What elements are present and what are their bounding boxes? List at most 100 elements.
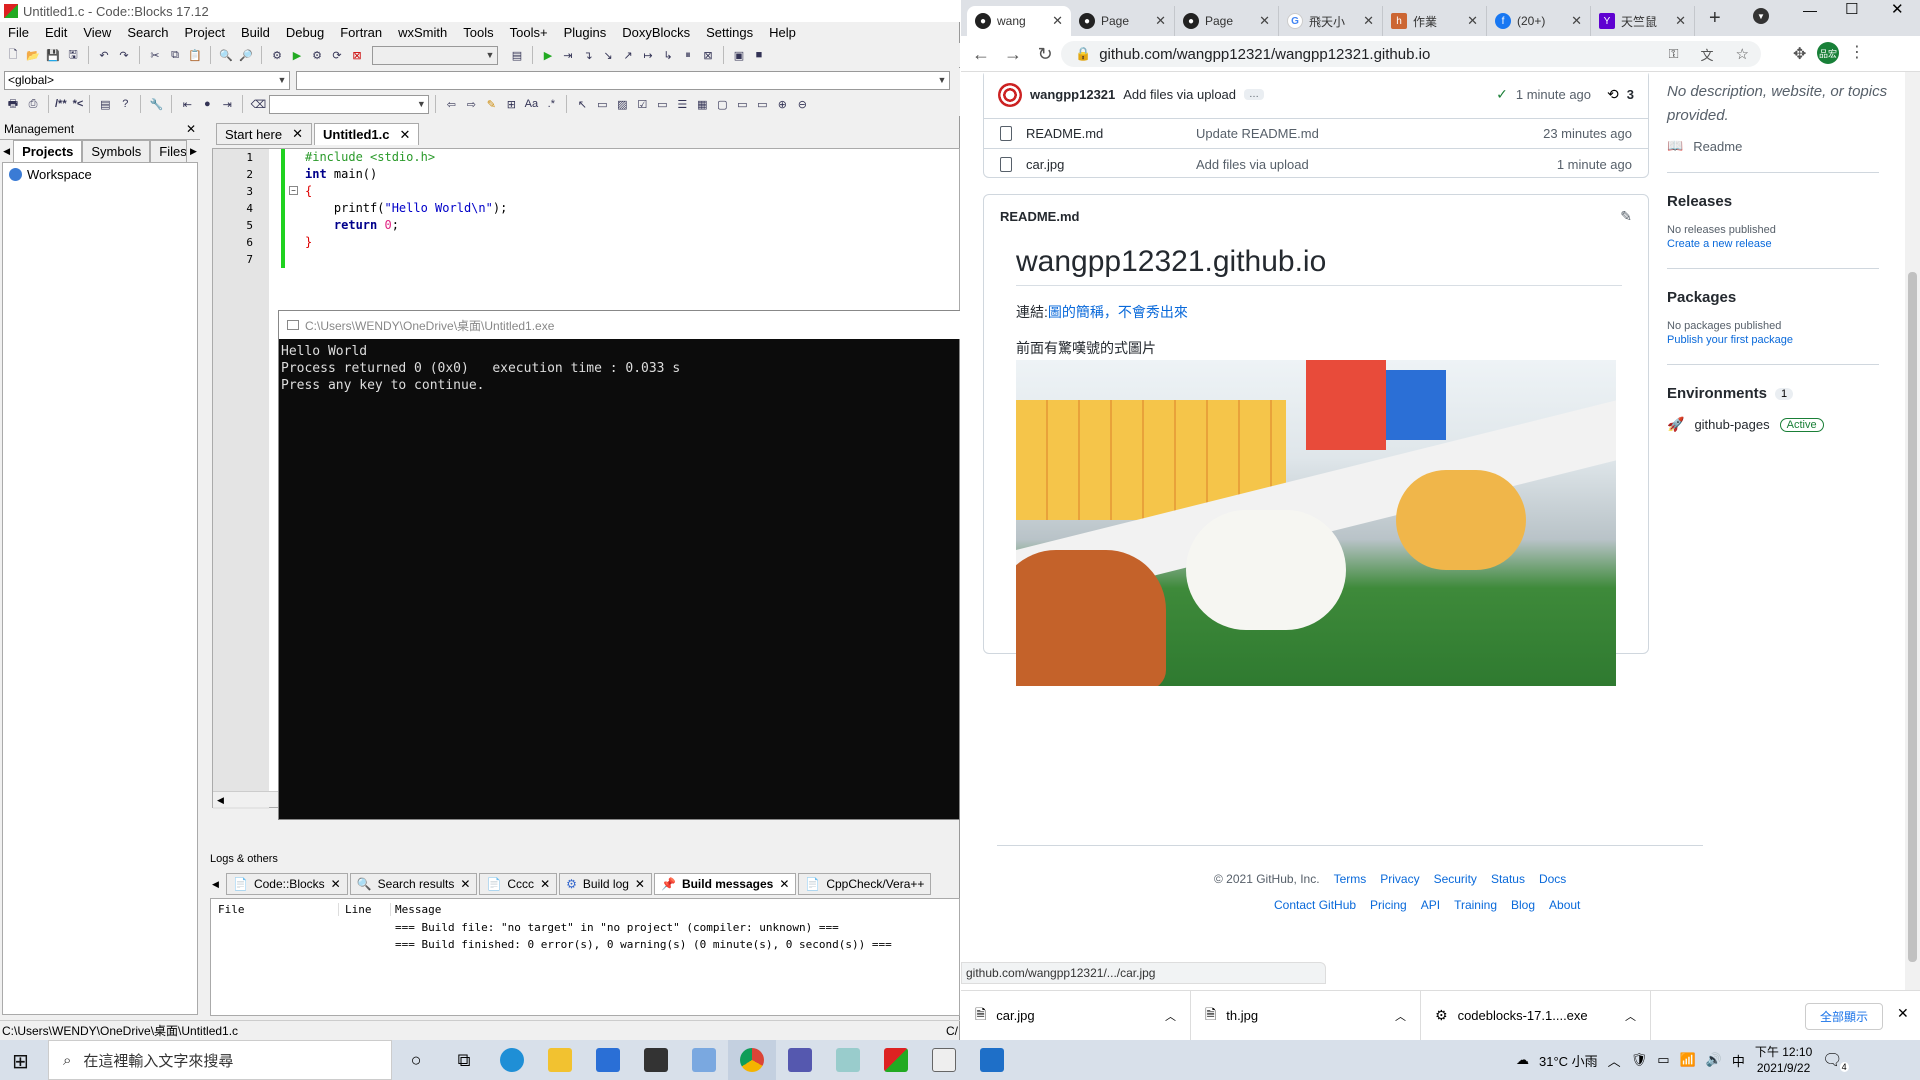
panel-icon[interactable]: ▭ [653, 95, 671, 113]
address-bar[interactable]: 🔒 github.com/wangpp12321/wangpp12321.git… [1061, 41, 1761, 67]
codeblocks-taskbar-icon[interactable] [872, 1040, 920, 1080]
releases-heading[interactable]: Releases [1667, 193, 1897, 210]
file-name[interactable]: car.jpg [1026, 157, 1196, 172]
highlight-icon[interactable]: ✎ [482, 95, 500, 113]
download-item[interactable]: 🗎 th.jpg ︿ [1191, 990, 1421, 1041]
forward-icon[interactable]: → [1001, 42, 1025, 66]
fold-marker-icon[interactable]: − [289, 186, 298, 195]
zoom-in-icon[interactable]: ⊕ [773, 95, 791, 113]
show-target-icon[interactable]: ▤ [508, 46, 526, 64]
footer-link-docs[interactable]: Docs [1539, 872, 1566, 886]
chevron-up-icon[interactable]: ︿ [1165, 1008, 1176, 1024]
close-icon[interactable]: ✕ [1052, 13, 1063, 29]
doxy-comment-button[interactable]: /** [55, 95, 67, 113]
menu-search[interactable]: Search [119, 25, 176, 40]
save-icon[interactable]: 💾 [44, 46, 62, 64]
windows-start-icon[interactable]: ⊞ [12, 1049, 29, 1074]
replace-icon[interactable]: 🔎 [237, 46, 255, 64]
function-combo[interactable]: ▼ [296, 70, 950, 90]
scope-combo[interactable]: <global> ▼ [4, 70, 290, 90]
next-instruction-icon[interactable]: ↦ [639, 46, 657, 64]
show-all-button[interactable]: 全部顯示 [1805, 1003, 1884, 1030]
task-view-icon[interactable]: ⧉ [440, 1040, 488, 1080]
grid-icon[interactable]: ▦ [693, 95, 711, 113]
cortana-icon[interactable]: ○ [392, 1040, 440, 1080]
paste-icon[interactable]: 📋 [186, 46, 204, 64]
console-taskbar-icon[interactable] [920, 1040, 968, 1080]
clock[interactable]: 下午 12:10 2021/9/22 [1755, 1044, 1812, 1076]
stop-icon[interactable]: ⊠ [699, 46, 717, 64]
menu-edit[interactable]: Edit [37, 25, 75, 40]
environment-name[interactable]: github-pages [1694, 417, 1769, 432]
store-icon[interactable] [632, 1040, 680, 1080]
incremental-search-input[interactable]: ▼ [269, 94, 430, 114]
search-next-icon[interactable]: ⇨ [462, 95, 480, 113]
commit-time[interactable]: 1 minute ago [1516, 87, 1591, 102]
jump-forward-icon[interactable]: ⇥ [218, 95, 236, 113]
log-row[interactable]: === Build file: "no target" in "no proje… [211, 919, 959, 936]
tab-cccc[interactable]: 📄 Cccc ✕ [479, 873, 558, 895]
readme-link[interactable]: 圖的簡稱，不會秀出來 [1048, 304, 1188, 320]
menu-wxsmith[interactable]: wxSmith [390, 25, 455, 40]
mixed-reality-icon[interactable] [680, 1040, 728, 1080]
redo-icon[interactable]: ↷ [115, 46, 133, 64]
profile-avatar[interactable]: 品宏 [1817, 42, 1839, 64]
tab-files[interactable]: Files [150, 140, 187, 162]
rebuild-icon[interactable]: ⟳ [328, 46, 346, 64]
teams-icon[interactable] [776, 1040, 824, 1080]
avatar[interactable] [998, 82, 1022, 107]
step-into-icon[interactable]: ↘ [599, 46, 617, 64]
rect-icon[interactable]: ▭ [593, 95, 611, 113]
edge-icon[interactable] [488, 1040, 536, 1080]
paint-icon[interactable] [824, 1040, 872, 1080]
back-icon[interactable]: ← [969, 42, 993, 66]
environments-heading[interactable]: Environments [1667, 385, 1767, 402]
run-icon[interactable]: ▶ [288, 46, 306, 64]
commit-author[interactable]: wangpp12321 [1030, 87, 1115, 102]
star-icon[interactable]: ☆ [1736, 45, 1749, 63]
copy-icon[interactable]: ⧉ [166, 46, 184, 64]
build-run-icon[interactable]: ⚙ [308, 46, 326, 64]
abort-icon[interactable]: ⊠ [348, 46, 366, 64]
footer-link-blog[interactable]: Blog [1511, 898, 1535, 912]
packages-heading[interactable]: Packages [1667, 289, 1897, 306]
browser-tab[interactable]: G 飛天小 ✕ [1279, 6, 1383, 36]
console-window[interactable]: C:\Users\WENDY\OneDrive\桌面\Untitled1.exe… [278, 310, 961, 820]
close-icon[interactable]: ✕ [1571, 13, 1582, 29]
footer-link-about[interactable]: About [1549, 898, 1580, 912]
tab-search-results[interactable]: 🔍 Search results ✕ [349, 873, 478, 895]
ime-indicator[interactable]: 中 [1732, 1051, 1745, 1070]
build-target-combo[interactable]: ▼ [372, 45, 498, 65]
close-icon[interactable]: ✕ [186, 122, 196, 136]
tab-symbols[interactable]: Symbols [82, 140, 151, 162]
defender-icon[interactable]: 🛡 [1631, 1052, 1648, 1068]
menu-settings[interactable]: Settings [698, 25, 761, 40]
volume-icon[interactable]: 🔊 [1706, 1052, 1722, 1068]
reload-icon[interactable]: ↻ [1033, 42, 1057, 66]
new-tab-button[interactable]: + [1695, 7, 1735, 30]
vertical-scrollbar[interactable] [1905, 72, 1920, 990]
frame-icon[interactable]: ▢ [713, 95, 731, 113]
footer-link-status[interactable]: Status [1491, 872, 1525, 886]
commit-count[interactable]: 3 [1627, 87, 1634, 102]
doxy-wizard-icon[interactable]: ▤ [96, 95, 114, 113]
chevron-up-icon[interactable]: ︿ [1625, 1008, 1636, 1024]
extensions-icon[interactable]: ✥ [1793, 44, 1806, 64]
history-icon[interactable]: ⟲ [1607, 86, 1619, 103]
step-out-icon[interactable]: ↗ [619, 46, 637, 64]
column-line[interactable]: Line [339, 902, 391, 916]
footer-link-security[interactable]: Security [1434, 872, 1477, 886]
browser-tab[interactable]: ● Page ✕ [1071, 6, 1175, 36]
battery-icon[interactable]: ▭ [1657, 1052, 1669, 1068]
scroll-left-icon[interactable]: ◀ [212, 879, 224, 890]
close-icon[interactable]: ✕ [399, 127, 410, 143]
notification-icon[interactable]: 🗨 4 [1822, 1050, 1849, 1072]
selected-text-icon[interactable]: ⊞ [502, 95, 520, 113]
doxy-extract-icon[interactable]: ? [116, 95, 134, 113]
footer-link-api[interactable]: API [1421, 898, 1440, 912]
footer-link-training[interactable]: Training [1454, 898, 1497, 912]
wifi-icon[interactable]: 📶 [1680, 1052, 1696, 1068]
tab-codeblocks-log[interactable]: 📄 Code::Blocks ✕ [226, 873, 348, 895]
jump-back-icon[interactable]: ⇤ [178, 95, 196, 113]
menu-fortran[interactable]: Fortran [332, 25, 390, 40]
